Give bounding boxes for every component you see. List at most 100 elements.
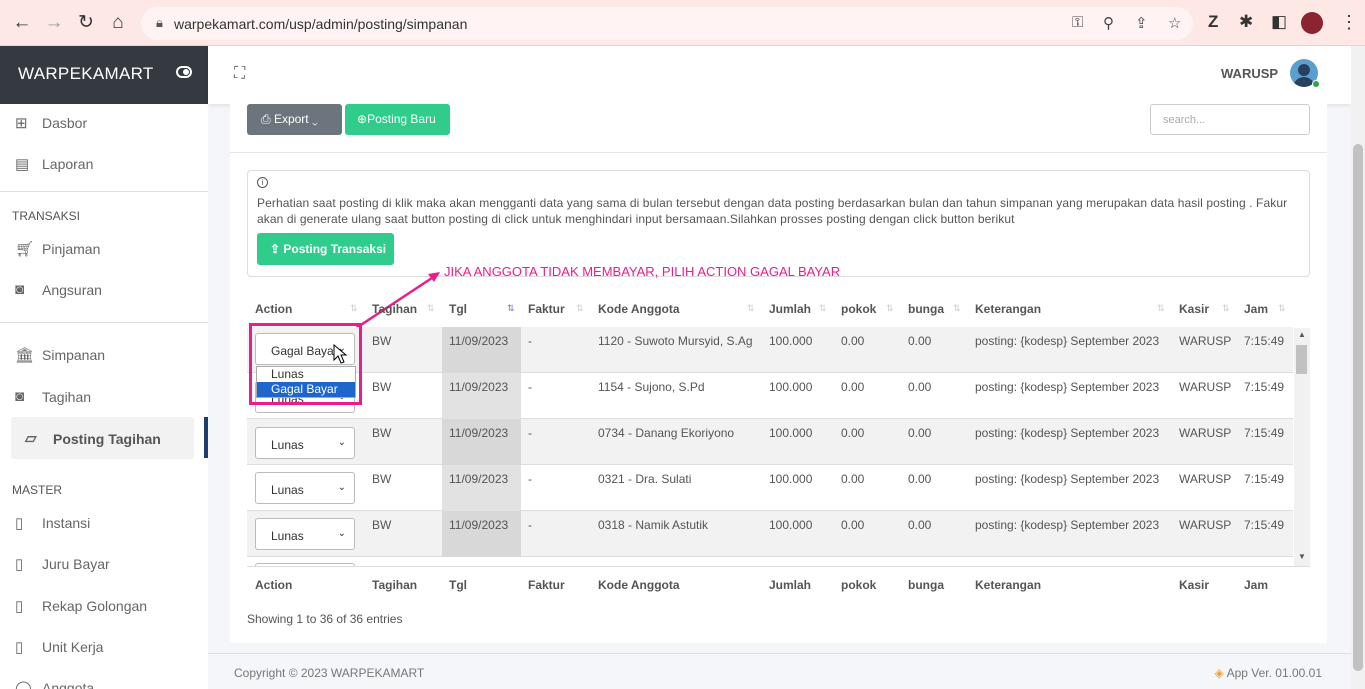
cell-jam: 7:15:49	[1244, 334, 1285, 348]
tf-action: Action	[255, 578, 293, 592]
brand-bar: WARPEKAMART	[0, 46, 208, 104]
share-icon[interactable]: ⇪	[1135, 14, 1148, 32]
book-icon: ▯	[15, 556, 24, 573]
chevron-down-icon: ⌄	[337, 482, 346, 493]
th-jam[interactable]: Jam	[1244, 302, 1268, 316]
cart-icon: 🛒︎	[15, 241, 35, 258]
cursor-icon	[333, 344, 348, 364]
extension-z-icon[interactable]: Z	[1208, 12, 1218, 32]
toggle-icon[interactable]	[176, 66, 192, 78]
table-row: Lunas ⌄ BW 11/09/2023 - 0321 - Dra. Sulat…	[247, 465, 1293, 511]
sidebar-item-tagihan[interactable]: ◙ Tagihan	[0, 379, 208, 415]
table-row-partial	[247, 557, 1293, 566]
home-icon[interactable]: ⌂	[107, 12, 129, 34]
more-icon[interactable]: ⋮	[1340, 12, 1358, 33]
cell-jam: 7:15:49	[1244, 426, 1285, 440]
zoom-icon[interactable]: ⚲	[1103, 14, 1114, 32]
table-scrollbar[interactable]: ▲ ▼	[1294, 328, 1310, 566]
tf-jam: Jam	[1244, 578, 1269, 592]
profile-avatar-icon[interactable]	[1301, 12, 1323, 34]
cell-keterangan: posting: {kodesp} September 2023	[975, 472, 1160, 486]
cell-tgl: 11/09/2023	[449, 472, 509, 486]
cell-kode: 0734 - Danang Ekoriyono	[598, 426, 735, 440]
tf-kode-anggota: Kode Anggota	[598, 578, 680, 592]
cell-faktur: -	[528, 518, 532, 532]
export-button[interactable]: ⎙ Export ⌄	[247, 104, 342, 135]
cell-jam: 7:15:49	[1244, 518, 1285, 532]
th-faktur[interactable]: Faktur	[528, 302, 565, 316]
url-text[interactable]: warpekamart.com/usp/admin/posting/simpan…	[174, 16, 467, 32]
back-icon[interactable]: ←	[11, 12, 33, 34]
posting-baru-button[interactable]: ⊕Posting Baru	[345, 104, 450, 135]
address-bar[interactable]: 🔒︎ warpekamart.com/usp/admin/posting/sim…	[141, 7, 1193, 40]
table-row: Lunas⌄ BW 11/09/2023 - 1154 - Sujono, S.…	[247, 373, 1293, 419]
sidebar-item-dasbor[interactable]: ⊞ Dasbor	[0, 105, 208, 141]
cell-tagihan: BW	[372, 380, 392, 394]
page-scrollbar[interactable]	[1351, 46, 1365, 689]
sidebar-item-posting-tagihan[interactable]: ▱ Posting Tagihan	[11, 417, 194, 459]
fullscreen-icon[interactable]: ⛶	[234, 65, 245, 83]
th-pokok[interactable]: pokok	[841, 302, 876, 316]
cell-bunga: 0.00	[908, 380, 932, 394]
tf-jumlah: Jumlah	[769, 578, 812, 592]
th-tagihan[interactable]: Tagihan	[372, 302, 417, 316]
scroll-thumb[interactable]	[1353, 144, 1363, 671]
star-icon[interactable]: ☆	[1168, 14, 1181, 32]
sidepanel-icon[interactable]: ◧	[1271, 12, 1287, 32]
scroll-thumb[interactable]	[1296, 345, 1307, 374]
divider	[0, 191, 208, 192]
active-indicator	[204, 417, 208, 458]
sort-icon: ⇅	[1278, 303, 1286, 313]
sidebar-item-pinjaman[interactable]: 🛒︎ Pinjaman	[0, 231, 208, 267]
sidebar-item-anggota[interactable]: ◯ Anggota	[0, 670, 208, 689]
forward-icon[interactable]: →	[43, 12, 65, 34]
th-tgl[interactable]: Tgl	[449, 302, 467, 316]
sort-icon: ⇅	[427, 303, 435, 313]
cell-tagihan: BW	[372, 518, 392, 532]
th-jumlah[interactable]: Jumlah	[769, 302, 811, 316]
cell-jumlah: 100.000	[769, 426, 813, 440]
cell-kasir: WARUSP	[1179, 472, 1232, 486]
cell-pokok: 0.00	[841, 334, 865, 348]
entries-info: Showing 1 to 36 of 36 entries	[247, 612, 403, 626]
cell-bunga: 0.00	[908, 334, 932, 348]
scroll-up-icon[interactable]: ▲	[1298, 330, 1306, 339]
tf-tgl: Tgl	[449, 578, 467, 592]
sidebar-item-angsuran[interactable]: ◙ Angsuran	[0, 272, 208, 308]
cell-keterangan: posting: {kodesp} September 2023	[975, 380, 1160, 394]
cell-bunga: 0.00	[908, 518, 932, 532]
sidebar-item-juru-bayar[interactable]: ▯ Juru Bayar	[0, 546, 208, 582]
search-input[interactable]: search...	[1150, 104, 1310, 135]
brand-logo[interactable]: WARPEKAMART	[18, 64, 154, 84]
cell-jam: 7:15:49	[1244, 380, 1285, 394]
browser-toolbar: ← → ↻ ⌂ 🔒︎ warpekamart.com/usp/admin/pos…	[0, 0, 1365, 46]
cell-kasir: WARUSP	[1179, 334, 1232, 348]
sidebar-item-instansi[interactable]: ▯ Instansi	[0, 505, 208, 541]
note-icon: ▱	[25, 430, 37, 447]
action-select[interactable]: Lunas⌄	[255, 518, 355, 550]
sort-icon: ⇅	[1157, 303, 1165, 313]
cell-kasir: WARUSP	[1179, 426, 1232, 440]
th-action[interactable]: Action	[255, 302, 292, 316]
posting-transaksi-button[interactable]: ⇪ Posting Transaksi	[257, 233, 394, 265]
sidebar-item-unit-kerja[interactable]: ▯ Unit Kerja	[0, 629, 208, 665]
book-icon: ▯	[15, 515, 24, 532]
cell-pokok: 0.00	[841, 380, 865, 394]
puzzle-icon[interactable]: ✱	[1239, 12, 1253, 32]
cell-bunga: 0.00	[908, 426, 932, 440]
action-select[interactable]: Lunas⌄	[255, 472, 355, 504]
reload-icon[interactable]: ↻	[75, 12, 97, 34]
sidebar-item-rekap-golongan[interactable]: ▯ Rekap Golongan	[0, 588, 208, 624]
table-header: Action Tagihan Tgl Faktur Kode Anggota J…	[247, 294, 1293, 328]
th-kode-anggota[interactable]: Kode Anggota	[598, 302, 680, 316]
th-keterangan[interactable]: Keterangan	[975, 302, 1041, 316]
key-icon[interactable]: ⚿	[1072, 14, 1083, 31]
scroll-down-icon[interactable]: ▼	[1298, 552, 1306, 561]
action-select[interactable]: Lunas⌄	[255, 427, 355, 459]
th-kasir[interactable]: Kasir	[1179, 302, 1209, 316]
sidebar-item-laporan[interactable]: ▤ Laporan	[0, 146, 208, 182]
th-bunga[interactable]: bunga	[908, 302, 944, 316]
sidebar-item-simpanan[interactable]: 🏛︎ Simpanan	[0, 337, 208, 373]
username[interactable]: WARUSP	[1221, 66, 1278, 81]
tf-faktur: Faktur	[528, 578, 565, 592]
